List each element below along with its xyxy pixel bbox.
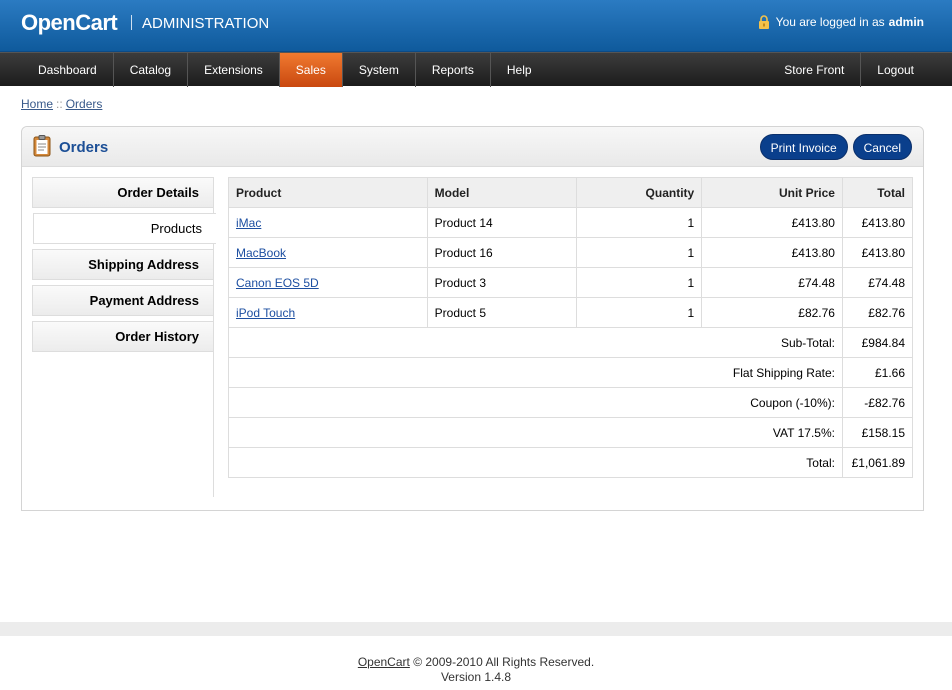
product-total: £74.48 (841, 267, 914, 298)
totals-label: Sub-Total: (228, 327, 843, 358)
menu-logout[interactable]: Logout (861, 53, 930, 87)
product-unit-price: £413.80 (701, 207, 843, 238)
footer-opencart-link[interactable]: OpenCart (358, 655, 410, 669)
totals-label: Coupon (-10%): (228, 387, 843, 418)
menu-dashboard[interactable]: Dashboard (22, 53, 114, 87)
tab-payment-address[interactable]: Payment Address (32, 285, 213, 316)
totals-row: Total: £1,061.89 (228, 447, 914, 478)
lock-icon (758, 15, 769, 29)
product-link[interactable]: Canon EOS 5D (236, 276, 319, 290)
product-model: Product 5 (426, 297, 578, 328)
product-unit-price: £413.80 (701, 237, 843, 268)
menu-help[interactable]: Help (491, 53, 548, 87)
breadcrumb-home[interactable]: Home (21, 97, 53, 111)
orders-panel: Orders Print Invoice Cancel Order Detail… (21, 126, 924, 511)
totals-label: Flat Shipping Rate: (228, 357, 843, 388)
col-product: Product (228, 177, 428, 208)
totals-row: VAT 17.5%: £158.15 (228, 417, 914, 448)
product-quantity: 1 (576, 237, 703, 268)
product-model: Product 3 (426, 267, 578, 298)
totals-row: Coupon (-10%): -£82.76 (228, 387, 914, 418)
print-invoice-button[interactable]: Print Invoice (759, 134, 848, 160)
totals-value: £1.66 (841, 357, 914, 388)
col-model: Model (426, 177, 578, 208)
footer-copyright: © 2009-2010 All Rights Reserved. (413, 655, 595, 669)
col-unit-price: Unit Price (701, 177, 843, 208)
cancel-button[interactable]: Cancel (852, 134, 912, 160)
col-total: Total (841, 177, 914, 208)
table-header-row: Product Model Quantity Unit Price Total (228, 177, 914, 208)
product-link[interactable]: iMac (236, 216, 261, 230)
main-menu: Dashboard Catalog Extensions Sales Syste… (0, 52, 952, 87)
breadcrumb: Home:: Orders (21, 97, 102, 111)
products-table: Product Model Quantity Unit Price Total … (228, 177, 914, 478)
menu-store-front[interactable]: Store Front (768, 53, 862, 87)
vertical-tabs: Order Details Products Shipping Address … (32, 177, 216, 497)
product-quantity: 1 (576, 207, 703, 238)
header: OpenCart ADMINISTRATION You are logged i… (0, 0, 952, 52)
footer-divider (0, 622, 952, 636)
menu-system[interactable]: System (343, 53, 416, 87)
table-row: Canon EOS 5D Product 3 1 £74.48 £74.48 (228, 267, 914, 298)
logo[interactable]: OpenCart (21, 10, 118, 36)
username: admin (888, 15, 924, 29)
menu-extensions[interactable]: Extensions (188, 53, 280, 87)
menu-catalog[interactable]: Catalog (114, 53, 189, 87)
product-unit-price: £74.48 (701, 267, 843, 298)
product-quantity: 1 (576, 297, 703, 328)
page-title: Orders (59, 139, 109, 156)
totals-row: Sub-Total: £984.84 (228, 327, 914, 358)
tab-order-details[interactable]: Order Details (32, 177, 213, 208)
logged-in-text: You are logged in as (775, 15, 885, 29)
table-row: iMac Product 14 1 £413.80 £413.80 (228, 207, 914, 238)
product-unit-price: £82.76 (701, 297, 843, 328)
logo-divider (131, 15, 132, 30)
tab-products[interactable]: Products (33, 213, 216, 244)
product-total: £413.80 (841, 237, 914, 268)
clipboard-icon (33, 135, 51, 157)
totals-value: £984.84 (841, 327, 914, 358)
tab-order-history[interactable]: Order History (32, 321, 213, 352)
footer-version: Version 1.4.8 (440, 670, 512, 684)
product-quantity: 1 (576, 267, 703, 298)
totals-value: £1,061.89 (841, 447, 914, 478)
product-model: Product 16 (426, 237, 578, 268)
product-total: £413.80 (841, 207, 914, 238)
totals-label: Total: (228, 447, 843, 478)
menu-reports[interactable]: Reports (416, 53, 491, 87)
col-quantity: Quantity (576, 177, 703, 208)
totals-row: Flat Shipping Rate: £1.66 (228, 357, 914, 388)
breadcrumb-separator: :: (56, 97, 63, 111)
product-link[interactable]: MacBook (236, 246, 286, 260)
admin-subtitle: ADMINISTRATION (142, 15, 270, 32)
menu-sales[interactable]: Sales (279, 53, 343, 87)
totals-value: £158.15 (841, 417, 914, 448)
table-row: MacBook Product 16 1 £413.80 £413.80 (228, 237, 914, 268)
totals-label: VAT 17.5%: (228, 417, 843, 448)
breadcrumb-orders[interactable]: Orders (66, 97, 103, 111)
product-total: £82.76 (841, 297, 914, 328)
panel-header: Orders Print Invoice Cancel (22, 127, 923, 167)
login-status: You are logged in as admin (758, 15, 924, 29)
totals-value: -£82.76 (841, 387, 914, 418)
product-link[interactable]: iPod Touch (236, 306, 295, 320)
product-model: Product 14 (426, 207, 578, 238)
table-row: iPod Touch Product 5 1 £82.76 £82.76 (228, 297, 914, 328)
tab-shipping-address[interactable]: Shipping Address (32, 249, 213, 280)
footer: OpenCart © 2009-2010 All Rights Reserved… (0, 655, 952, 685)
